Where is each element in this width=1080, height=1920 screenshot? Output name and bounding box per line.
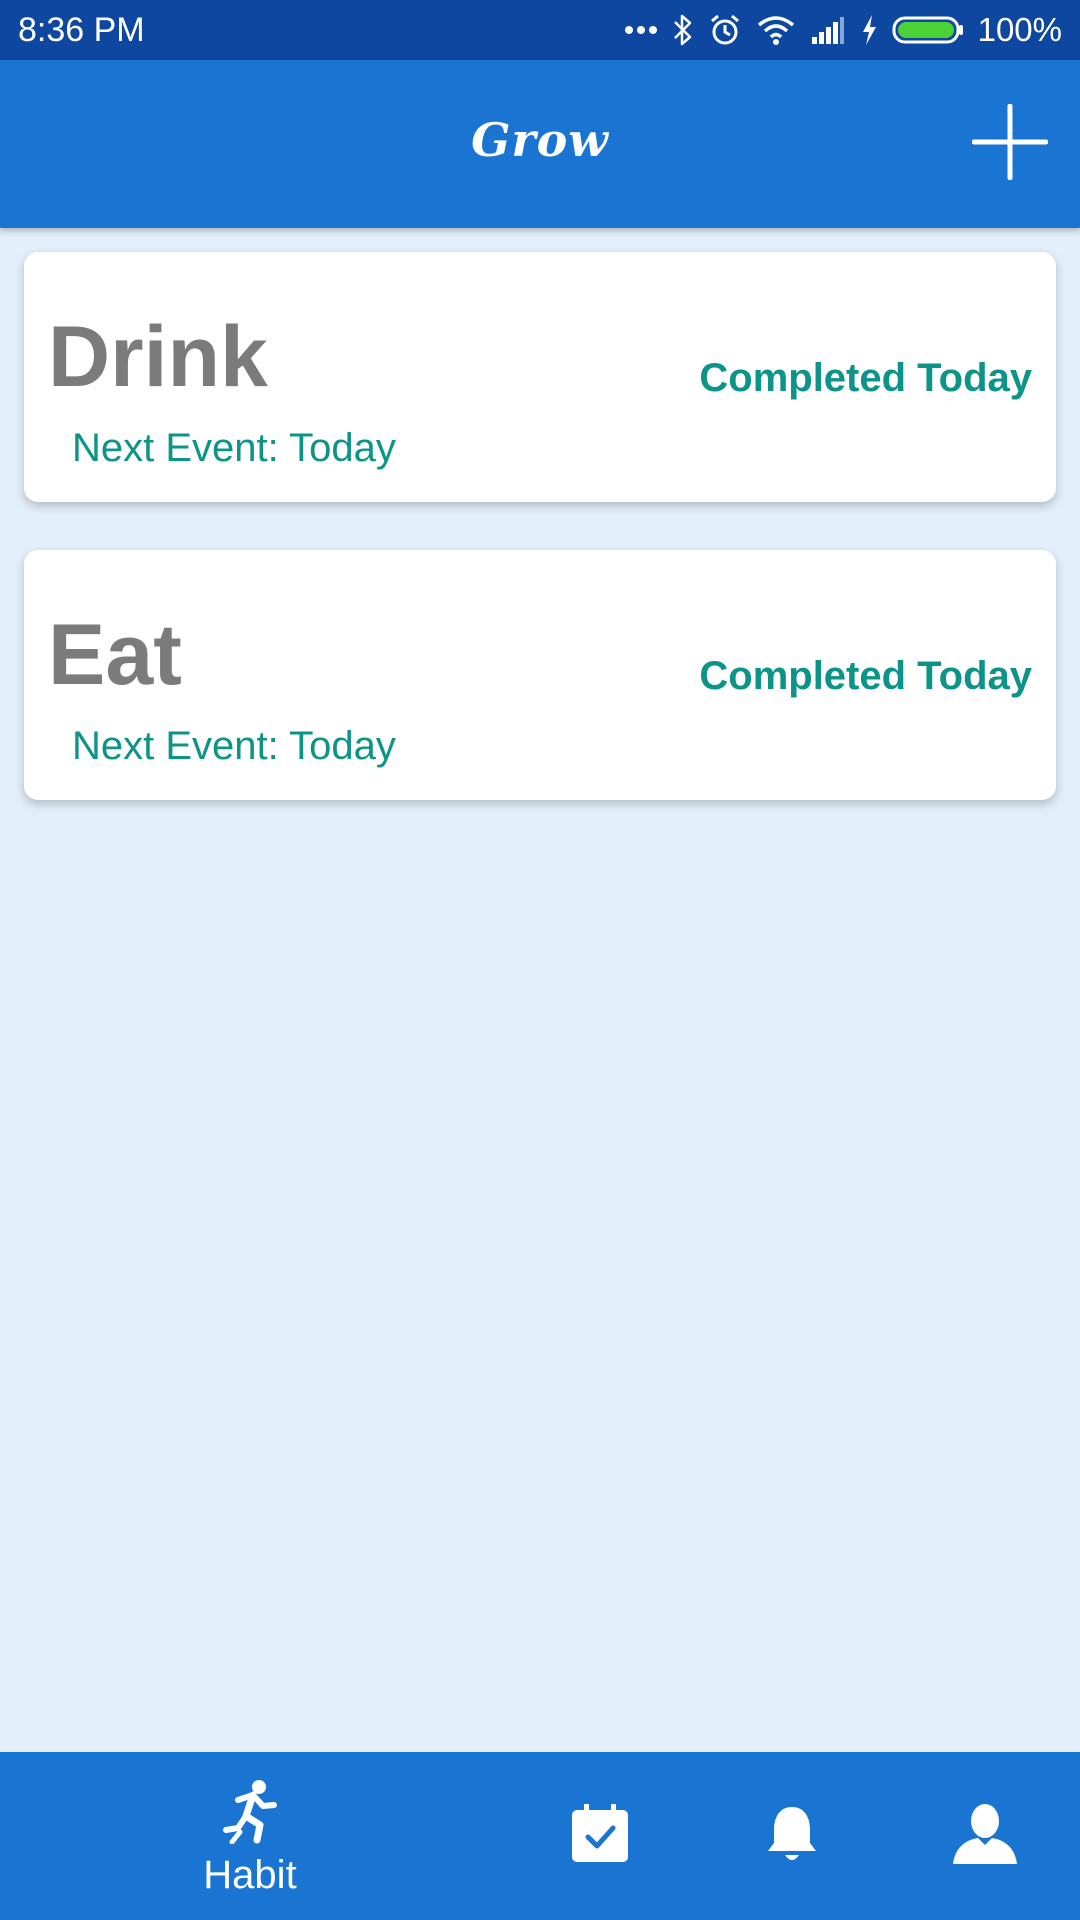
app-bar: Grow bbox=[0, 60, 1080, 228]
calendar-check-icon bbox=[570, 1803, 630, 1869]
signal-icon bbox=[810, 15, 846, 45]
habit-status: Completed Today bbox=[699, 654, 1032, 698]
app-title: Grow bbox=[471, 113, 609, 167]
charging-icon bbox=[860, 14, 878, 46]
nav-item-habit[interactable]: Habit bbox=[190, 1752, 310, 1920]
alarm-icon bbox=[708, 13, 742, 47]
wifi-icon bbox=[756, 14, 796, 46]
battery-icon bbox=[892, 15, 964, 45]
habit-next-event: Next Event: Today bbox=[72, 724, 396, 768]
habit-next-event: Next Event: Today bbox=[72, 426, 396, 470]
nav-item-profile[interactable] bbox=[925, 1752, 1045, 1920]
nav-item-tasks[interactable] bbox=[540, 1752, 660, 1920]
nav-label-habit: Habit bbox=[203, 1852, 297, 1897]
status-time: 8:36 PM bbox=[18, 11, 145, 49]
more-dots-icon bbox=[624, 24, 658, 36]
battery-percentage: 100% bbox=[977, 11, 1062, 48]
habit-name: Drink bbox=[48, 309, 268, 405]
running-person-icon bbox=[220, 1778, 280, 1849]
bottom-nav: Habit bbox=[0, 1752, 1080, 1920]
status-icons: 100% bbox=[624, 0, 1062, 60]
habit-status: Completed Today bbox=[699, 356, 1032, 400]
habit-name: Eat bbox=[48, 607, 182, 703]
habit-card-drink[interactable]: Drink Completed Today Next Event: Today bbox=[24, 252, 1056, 502]
status-bar: 8:36 PM 100% bbox=[0, 0, 1080, 60]
bell-icon bbox=[765, 1803, 819, 1870]
person-icon bbox=[952, 1803, 1018, 1870]
nav-item-notifications[interactable] bbox=[732, 1752, 852, 1920]
habit-list: Drink Completed Today Next Event: Today … bbox=[24, 252, 1056, 848]
plus-icon bbox=[971, 103, 1049, 184]
habit-card-eat[interactable]: Eat Completed Today Next Event: Today bbox=[24, 550, 1056, 800]
bluetooth-icon bbox=[672, 13, 694, 47]
add-habit-button[interactable] bbox=[971, 103, 1049, 181]
